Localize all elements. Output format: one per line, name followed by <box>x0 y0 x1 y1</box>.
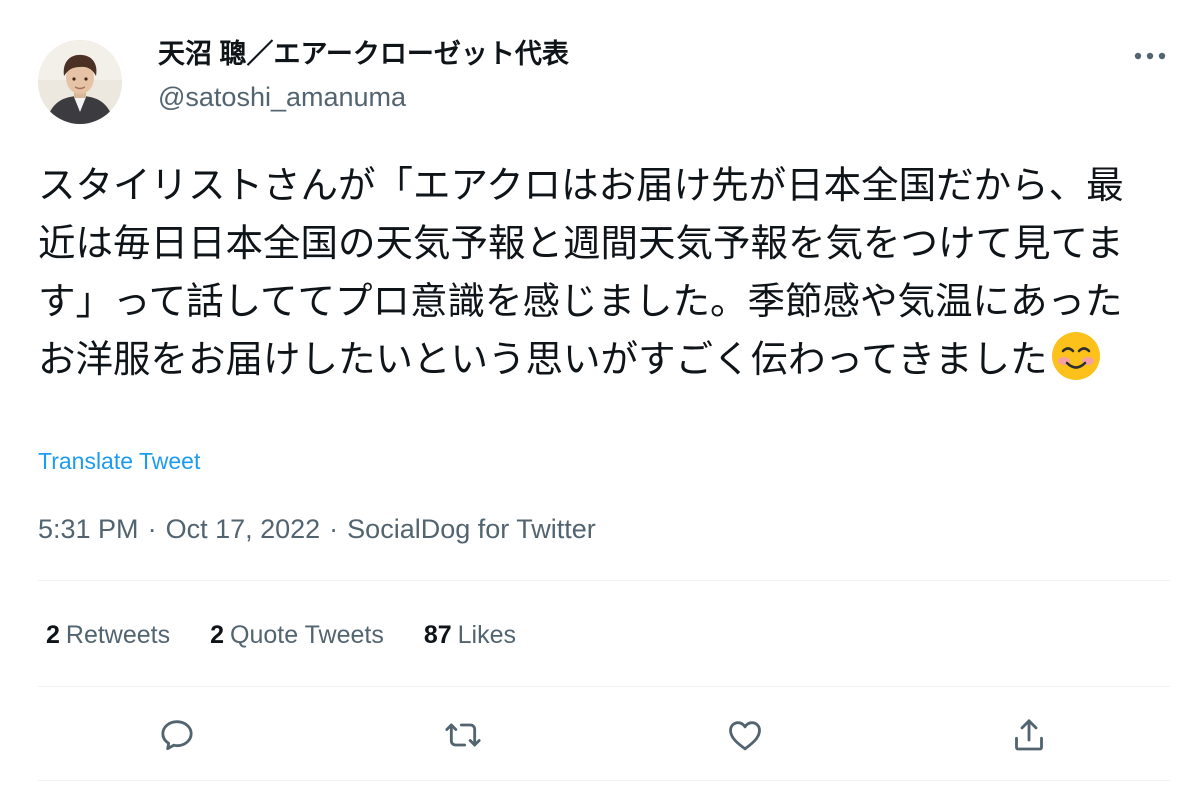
quote-tweets-count: 2 <box>210 621 225 649</box>
likes-count: 87 <box>423 621 452 649</box>
likes-stat[interactable]: 87 Likes <box>424 618 516 652</box>
share-button[interactable] <box>1002 708 1056 762</box>
like-button[interactable] <box>718 708 772 762</box>
divider <box>38 580 1170 581</box>
meta-separator: · <box>329 514 339 544</box>
meta-separator: · <box>147 514 157 544</box>
quote-tweets-stat[interactable]: 2 Quote Tweets <box>210 618 384 652</box>
tweet-time[interactable]: 5:31 PM <box>38 514 139 544</box>
profile-photo-icon <box>38 40 122 124</box>
reply-button[interactable] <box>150 708 204 762</box>
avatar[interactable] <box>38 40 122 124</box>
reply-icon <box>161 720 193 751</box>
like-icon <box>729 721 761 751</box>
tweet-body: スタイリストさんが「エアクロはお届け先が日本全国だから、最近は毎日日本全国の天気… <box>38 163 1124 381</box>
retweet-button[interactable] <box>436 708 490 762</box>
tweet-text: スタイリストさんが「エアクロはお届け先が日本全国だから、最近は毎日日本全国の天気… <box>38 156 1158 388</box>
divider <box>38 686 1170 687</box>
tweet-metadata: 5:31 PM · Oct 17, 2022 · SocialDog for Twitt… <box>38 512 596 546</box>
quote-tweets-label: Quote Tweets <box>230 621 384 649</box>
tweet-date[interactable]: Oct 17, 2022 <box>166 514 321 544</box>
tweet-source[interactable]: SocialDog for Twitter <box>347 514 596 544</box>
likes-label: Likes <box>457 621 517 649</box>
more-button[interactable] <box>1130 40 1170 72</box>
translate-tweet-link[interactable]: Translate Tweet <box>38 446 200 476</box>
share-icon <box>1015 719 1043 751</box>
retweets-count: 2 <box>46 621 60 649</box>
more-horizontal-icon <box>1134 52 1166 60</box>
author-display-name[interactable]: 天沼 聰／エアークローゼット代表 <box>158 36 569 72</box>
divider <box>38 780 1170 781</box>
tweet-card: 天沼 聰／エアークローゼット代表 @satoshi_amanuma スタイリスト… <box>0 0 1198 790</box>
author-handle[interactable]: @satoshi_amanuma <box>158 80 406 114</box>
retweets-stat[interactable]: 2 Retweets <box>46 618 170 652</box>
smiling-face-with-blush-emoji-icon <box>1050 330 1102 382</box>
engagement-stats: 2 Retweets 2 Quote Tweets 87 Likes <box>46 618 556 652</box>
retweets-label: Retweets <box>65 621 171 649</box>
retweet-icon <box>445 723 481 747</box>
